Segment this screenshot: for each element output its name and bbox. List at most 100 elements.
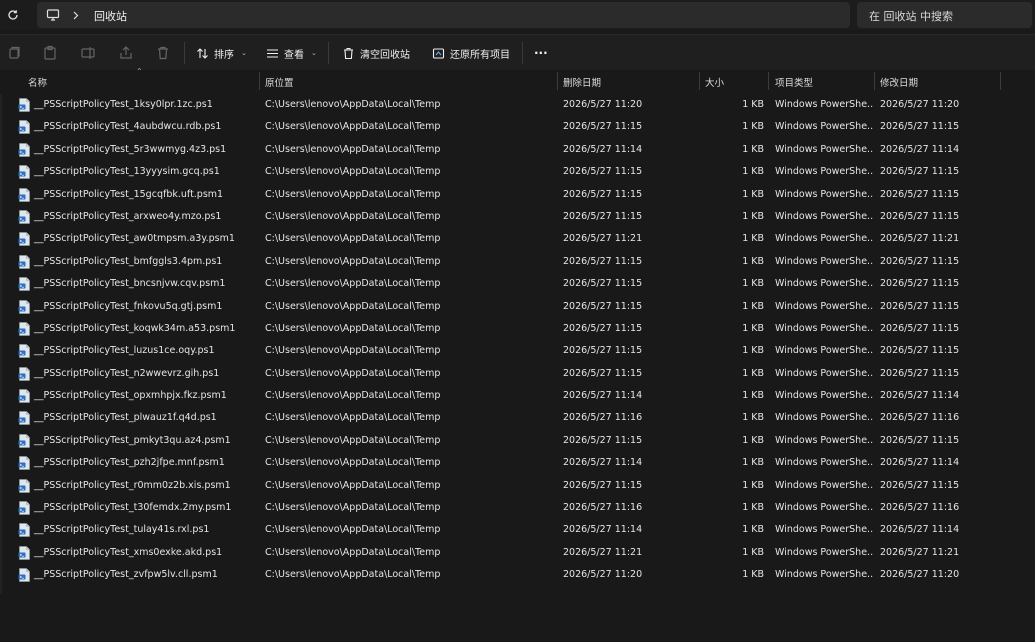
table-row[interactable]: __PSScriptPolicyTest_fnkovu5q.gtj.psm1 C… [0, 296, 1035, 318]
file-size: 1 KB [742, 300, 764, 312]
refresh-button[interactable] [4, 6, 22, 24]
deleted-date: 2026/5/27 11:15 [563, 255, 643, 267]
deleted-date: 2026/5/27 11:16 [563, 502, 643, 514]
original-location: C:\Users\lenovo\AppData\Local\Temp [265, 390, 441, 402]
share-icon[interactable] [118, 45, 134, 61]
table-row[interactable]: __PSScriptPolicyTest_t30femdx.2my.psm1 C… [0, 497, 1035, 519]
view-button[interactable]: 查看 ⌄ [266, 43, 317, 63]
modified-date: 2026/5/27 11:15 [880, 300, 960, 312]
file-size: 1 KB [742, 233, 764, 245]
chevron-right-icon[interactable] [71, 8, 81, 22]
file-size: 1 KB [742, 412, 764, 424]
original-location: C:\Users\lenovo\AppData\Local\Temp [265, 345, 441, 357]
item-type: Windows PowerShe... [775, 546, 873, 558]
file-size: 1 KB [742, 569, 764, 581]
rename-icon[interactable] [80, 45, 96, 61]
file-size: 1 KB [742, 121, 764, 133]
original-location: C:\Users\lenovo\AppData\Local\Temp [265, 322, 441, 334]
column-header-type[interactable]: 项目类型 [775, 70, 813, 92]
file-name: __PSScriptPolicyTest_5r3wwmyg.4z3.ps1 [34, 143, 227, 155]
table-row[interactable]: __PSScriptPolicyTest_zvfpw5lv.cll.psm1 C… [0, 564, 1035, 586]
modified-date: 2026/5/27 11:15 [880, 166, 960, 178]
column-header-deleted[interactable]: 删除日期 [563, 70, 601, 92]
column-header-name[interactable]: 名称 [28, 70, 47, 92]
sort-button[interactable]: 排序 ⌄ [196, 43, 247, 63]
restore-all-button[interactable]: 还原所有项目 [432, 43, 510, 63]
table-row[interactable]: __PSScriptPolicyTest_koqwk34m.a53.psm1 C… [0, 318, 1035, 340]
modified-date: 2026/5/27 11:15 [880, 188, 960, 200]
paste-icon[interactable] [42, 45, 58, 61]
toolbar-divider [184, 42, 185, 64]
view-icon [267, 48, 278, 58]
file-name: __PSScriptPolicyTest_luzus1ce.oqy.ps1 [34, 345, 215, 357]
delete-icon[interactable] [155, 45, 171, 61]
column-header-size[interactable]: 大小 [705, 70, 724, 92]
powershell-file-icon [18, 232, 30, 247]
column-divider[interactable] [259, 72, 260, 90]
modified-date: 2026/5/27 11:16 [880, 502, 960, 514]
column-header-location[interactable]: 原位置 [265, 70, 294, 92]
table-row[interactable]: __PSScriptPolicyTest_luzus1ce.oqy.ps1 C:… [0, 340, 1035, 362]
item-type: Windows PowerShe... [775, 233, 873, 245]
powershell-file-icon [18, 187, 30, 202]
table-row[interactable]: __PSScriptPolicyTest_13yyysim.gcq.ps1 C:… [0, 161, 1035, 183]
table-row[interactable]: __PSScriptPolicyTest_n2wwevrz.gih.ps1 C:… [0, 363, 1035, 385]
table-row[interactable]: __PSScriptPolicyTest_15gcqfbk.uft.psm1 C… [0, 184, 1035, 206]
search-input[interactable]: 在 回收站 中搜索 [857, 2, 1032, 28]
deleted-date: 2026/5/27 11:15 [563, 188, 643, 200]
item-type: Windows PowerShe... [775, 479, 873, 491]
table-row[interactable]: __PSScriptPolicyTest_pzh2jfpe.mnf.psm1 C… [0, 452, 1035, 474]
table-row[interactable]: __PSScriptPolicyTest_arxweo4y.mzo.ps1 C:… [0, 206, 1035, 228]
table-row[interactable]: __PSScriptPolicyTest_r0mm0z2b.xis.psm1 C… [0, 475, 1035, 497]
column-divider[interactable] [768, 72, 769, 90]
powershell-file-icon [18, 478, 30, 493]
file-size: 1 KB [742, 367, 764, 379]
modified-date: 2026/5/27 11:20 [880, 569, 960, 581]
powershell-file-icon [18, 165, 30, 179]
original-location: C:\Users\lenovo\AppData\Local\Temp [265, 524, 441, 536]
table-row[interactable]: __PSScriptPolicyTest_plwauz1f.q4d.ps1 C:… [0, 407, 1035, 429]
column-divider[interactable] [699, 72, 700, 90]
table-row[interactable]: __PSScriptPolicyTest_1ksy0lpr.1zc.ps1 C:… [0, 94, 1035, 116]
original-location: C:\Users\lenovo\AppData\Local\Temp [265, 166, 441, 178]
table-row[interactable]: __PSScriptPolicyTest_bmfggls3.4pm.ps1 C:… [0, 251, 1035, 273]
original-location: C:\Users\lenovo\AppData\Local\Temp [265, 278, 441, 290]
command-bar: 排序 ⌄ 查看 ⌄ 清空回收站 还原所有项目 ··· [0, 34, 1035, 70]
file-size: 1 KB [742, 524, 764, 536]
more-options-button[interactable]: ··· [534, 43, 548, 63]
file-size: 1 KB [742, 434, 764, 446]
empty-recycle-bin-button[interactable]: 清空回收站 [342, 43, 410, 63]
column-divider[interactable] [557, 72, 558, 90]
column-divider[interactable] [874, 72, 875, 90]
item-type: Windows PowerShe... [775, 569, 873, 581]
table-row[interactable]: __PSScriptPolicyTest_aw0tmpsm.a3y.psm1 C… [0, 228, 1035, 250]
column-header-modified[interactable]: 修改日期 [880, 70, 918, 92]
address-bar[interactable]: 回收站 [37, 2, 850, 28]
deleted-date: 2026/5/27 11:15 [563, 210, 643, 222]
sort-indicator-icon: ⌃ [136, 67, 143, 76]
table-row[interactable]: __PSScriptPolicyTest_tulay41s.rxl.ps1 C:… [0, 519, 1035, 541]
deleted-date: 2026/5/27 11:15 [563, 322, 643, 334]
modified-date: 2026/5/27 11:21 [880, 546, 960, 558]
column-divider[interactable] [1000, 72, 1001, 90]
restore-icon [432, 47, 445, 59]
modified-date: 2026/5/27 11:15 [880, 210, 960, 222]
table-row[interactable]: __PSScriptPolicyTest_bncsnjvw.cqv.psm1 C… [0, 273, 1035, 295]
table-row[interactable]: __PSScriptPolicyTest_xms0exke.akd.ps1 C:… [0, 542, 1035, 564]
modified-date: 2026/5/27 11:15 [880, 121, 960, 133]
copy-icon[interactable] [6, 45, 22, 61]
table-row[interactable]: __PSScriptPolicyTest_pmkyt3qu.az4.psm1 C… [0, 430, 1035, 452]
powershell-file-icon [18, 322, 30, 336]
toolbar-divider [522, 42, 523, 64]
sort-label: 排序 [214, 49, 234, 61]
table-row[interactable]: __PSScriptPolicyTest_4aubdwcu.rdb.ps1 C:… [0, 116, 1035, 138]
item-type: Windows PowerShe... [775, 390, 873, 402]
powershell-file-icon [18, 299, 30, 314]
table-row[interactable]: __PSScriptPolicyTest_opxmhpjx.fkz.psm1 C… [0, 385, 1035, 407]
powershell-file-icon [18, 546, 30, 560]
breadcrumb-recycle-bin[interactable]: 回收站 [94, 8, 127, 24]
table-row[interactable]: __PSScriptPolicyTest_5r3wwmyg.4z3.ps1 C:… [0, 139, 1035, 161]
file-name: __PSScriptPolicyTest_bncsnjvw.cqv.psm1 [34, 278, 226, 290]
sort-icon [197, 47, 208, 59]
file-size: 1 KB [742, 345, 764, 357]
